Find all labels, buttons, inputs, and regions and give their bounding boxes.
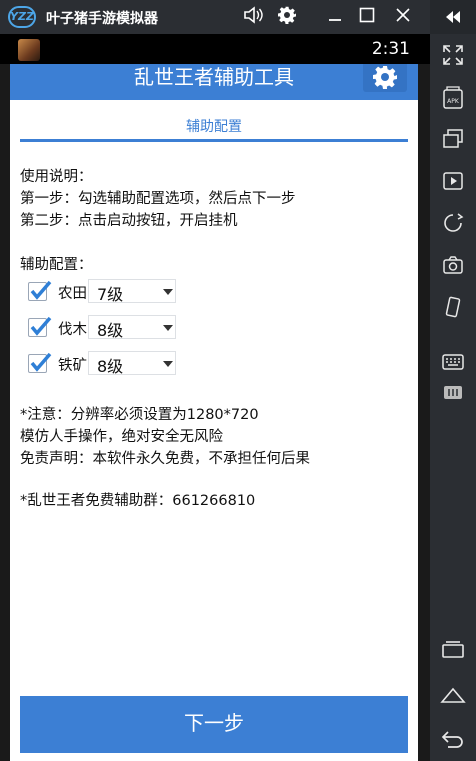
wood-level-value: 8级	[97, 321, 124, 340]
app-window: 乱世王者辅助工具 辅助配置 使用说明： 第一步：勾选辅助配置选项，然后点下一步 …	[10, 64, 418, 761]
instructions-heading: 使用说明：	[20, 169, 93, 185]
farm-level-value: 7级	[97, 285, 124, 304]
more-icon[interactable]	[439, 380, 467, 408]
app-title: 乱世王者辅助工具	[134, 65, 294, 89]
note-disclaimer: 免责声明：本软件永久免费，不承担任何后果	[20, 451, 310, 467]
app-header: 乱世王者辅助工具	[10, 64, 418, 100]
emulator-titlebar: YZZ 叶子猪手游模拟器	[0, 0, 430, 34]
app-notification-icon	[18, 39, 40, 61]
gear-icon	[373, 66, 397, 89]
back-icon[interactable]	[439, 728, 467, 756]
keyboard-icon[interactable]	[439, 350, 467, 378]
iron-checkbox[interactable]	[28, 352, 52, 373]
fullscreen-icon[interactable]	[439, 44, 467, 72]
emulator-sidebar: APK	[430, 0, 476, 761]
iron-label: 铁矿	[58, 358, 87, 374]
gear-icon[interactable]	[276, 6, 298, 28]
dropdown-arrow-icon	[163, 361, 173, 367]
wood-label: 伐木	[58, 322, 87, 338]
dropdown-arrow-icon	[163, 289, 173, 295]
android-statusbar: 2:31	[0, 34, 430, 64]
recent-apps-icon[interactable]	[439, 638, 467, 666]
iron-level-select[interactable]: 8级	[88, 351, 176, 376]
farm-checkbox[interactable]	[28, 280, 52, 301]
dropdown-arrow-icon	[163, 325, 173, 331]
next-step-button[interactable]: 下一步	[20, 696, 408, 753]
multi-window-icon[interactable]	[439, 128, 467, 156]
tab-indicator	[20, 139, 408, 142]
rotate-icon[interactable]	[439, 212, 467, 240]
emulator-logo: YZZ	[8, 6, 36, 28]
farm-level-select[interactable]: 7级	[88, 279, 176, 304]
config-heading: 辅助配置：	[20, 257, 93, 273]
status-clock: 2:31	[371, 39, 410, 59]
iron-level-value: 8级	[97, 357, 124, 376]
home-icon[interactable]	[439, 683, 467, 711]
collapse-icon[interactable]	[430, 0, 476, 34]
settings-button[interactable]	[363, 64, 407, 92]
volume-icon[interactable]	[242, 6, 264, 28]
note-group: *乱世王者免费辅助群：661266810	[20, 493, 256, 509]
note-resolution: *注意：分辨率必须设置为1280*720	[20, 407, 259, 423]
emulator-title: 叶子猪手游模拟器	[46, 11, 158, 27]
instructions-step2: 第二步：点击启动按钮，开启挂机	[20, 213, 238, 229]
farm-label: 农田	[58, 286, 87, 302]
close-icon[interactable]	[392, 6, 414, 28]
maximize-icon[interactable]	[356, 6, 378, 28]
tab-config[interactable]: 辅助配置	[20, 116, 408, 136]
note-safety: 模仿人手操作，绝对安全无风险	[20, 429, 223, 445]
wood-checkbox[interactable]	[28, 316, 52, 337]
shake-icon[interactable]	[439, 296, 467, 324]
apk-icon[interactable]: APK	[439, 86, 467, 114]
wood-level-select[interactable]: 8级	[88, 315, 176, 340]
minimize-icon[interactable]	[324, 6, 346, 28]
instructions-step1: 第一步：勾选辅助配置选项，然后点下一步	[20, 191, 296, 207]
svg-text:APK: APK	[447, 98, 460, 105]
video-icon[interactable]	[439, 170, 467, 198]
screenshot-icon[interactable]	[439, 254, 467, 282]
